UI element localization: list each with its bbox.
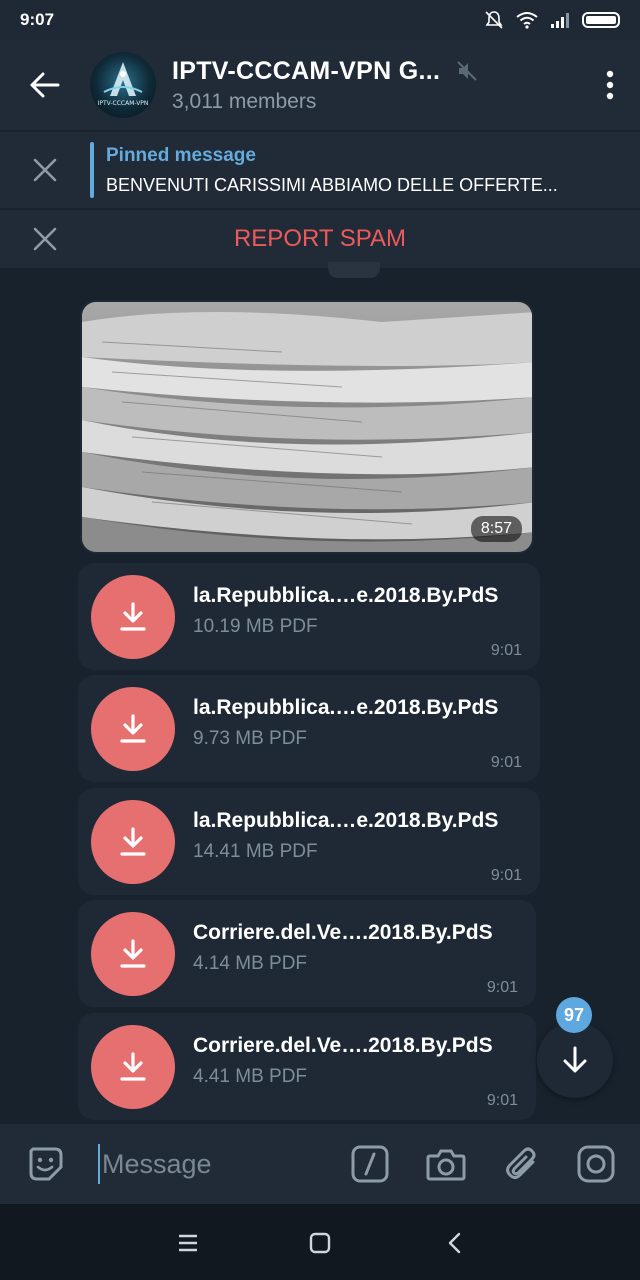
avatar-text: IPTV-CCCAM-VPN [98,100,149,107]
file-time: 9:01 [490,867,522,884]
system-navigation-bar [0,1204,640,1280]
file-name: la.Repubblica.…e.2018.By.PdS [193,695,499,719]
download-button[interactable] [91,686,175,771]
file-size: 9.73 MB PDF [193,727,308,749]
download-icon [120,826,146,856]
arrow-down-icon [563,1046,587,1073]
download-icon [120,601,146,631]
file-message[interactable]: Corriere.del.Ve….2018.By.PdS 4.41 MB PDF… [78,1013,536,1120]
unread-count-badge: 97 [556,997,592,1033]
status-icons [484,10,620,30]
close-pinned-button[interactable] [0,132,90,208]
file-size: 4.14 MB PDF [193,952,308,974]
nav-home-button[interactable] [305,1228,335,1258]
bot-command-button[interactable] [350,1144,390,1184]
file-name: Corriere.del.Ve….2018.By.PdS [193,1033,493,1057]
photo-time: 8:57 [470,516,522,542]
battery-icon [582,12,620,28]
file-message[interactable]: la.Repubblica.…e.2018.By.PdS 14.41 MB PD… [78,788,540,895]
file-name: la.Repubblica.…e.2018.By.PdS [193,808,499,832]
chevron-left-icon [448,1232,461,1254]
file-name: la.Repubblica.…e.2018.By.PdS [193,583,499,607]
download-button[interactable] [91,574,175,659]
file-time: 9:01 [486,1092,518,1109]
status-time: 9:07 [20,10,55,29]
chat-title: IPTV-CCCAM-VPN G... [172,56,441,85]
camera-button[interactable] [426,1144,466,1184]
report-spam-button[interactable]: REPORT SPAM [0,225,640,253]
mute-icon [457,61,477,81]
menu-icon [179,1234,197,1252]
attach-button[interactable] [502,1144,542,1184]
file-size: 14.41 MB PDF [193,840,318,862]
nav-back-button[interactable] [440,1228,470,1258]
file-size: 4.41 MB PDF [193,1065,308,1087]
video-message-button[interactable] [576,1144,616,1184]
download-button[interactable] [91,1024,175,1109]
photo-message[interactable]: 8:57 [80,300,534,554]
newspapers-photo [82,302,532,552]
chat-header: IPTV-CCCAM-VPN IPTV-CCCAM-VPN G... 3,011… [0,40,640,130]
instagram-camera-icon [577,1145,615,1183]
message-input[interactable] [98,1144,328,1184]
group-avatar[interactable]: IPTV-CCCAM-VPN [90,52,156,118]
download-icon [120,938,146,968]
more-menu-button[interactable] [580,40,640,130]
sticker-button[interactable] [26,1144,66,1184]
more-vert-icon [606,70,614,100]
status-bar: 9:07 [0,0,640,40]
pinned-title: Pinned message [106,144,256,166]
file-time: 9:01 [490,754,522,771]
download-button[interactable] [91,911,175,996]
download-icon [120,713,146,743]
close-icon [33,158,57,182]
download-button[interactable] [91,799,175,884]
header-text[interactable]: IPTV-CCCAM-VPN G... 3,011 members [172,57,580,114]
back-button[interactable] [0,40,90,130]
file-time: 9:01 [486,979,518,996]
message-input-bar [0,1124,640,1204]
back-arrow-icon [30,72,60,98]
file-message[interactable]: la.Repubblica.…e.2018.By.PdS 10.19 MB PD… [78,563,540,670]
bell-off-icon [485,11,503,29]
camera-icon [426,1149,466,1181]
pinned-message-bar[interactable]: Pinned message BENVENUTI CARISSIMI ABBIA… [0,132,640,208]
file-message[interactable]: Corriere.del.Ve….2018.By.PdS 4.14 MB PDF… [78,900,536,1007]
date-chip [328,262,380,278]
attach-icon [506,1147,536,1179]
signal-icon [551,13,569,28]
file-size: 10.19 MB PDF [193,615,318,637]
pinned-accent-bar [90,142,94,198]
file-name: Corriere.del.Ve….2018.By.PdS [193,920,493,944]
avatar-logo-icon: IPTV-CCCAM-VPN [98,62,149,107]
member-count: 3,011 members [172,89,317,113]
file-message[interactable]: la.Repubblica.…e.2018.By.PdS 9.73 MB PDF… [78,675,540,782]
sticker-icon [29,1147,63,1181]
slash-command-icon [351,1145,389,1183]
wifi-icon [516,12,538,29]
report-spam-bar: REPORT SPAM [0,210,640,268]
file-time: 9:01 [490,642,522,659]
nav-menu-button[interactable] [173,1228,203,1258]
home-square-icon [309,1232,331,1254]
pinned-text: BENVENUTI CARISSIMI ABBIAMO DELLE OFFERT… [106,174,558,195]
download-icon [120,1051,146,1081]
scroll-down-button[interactable] [537,1022,613,1098]
